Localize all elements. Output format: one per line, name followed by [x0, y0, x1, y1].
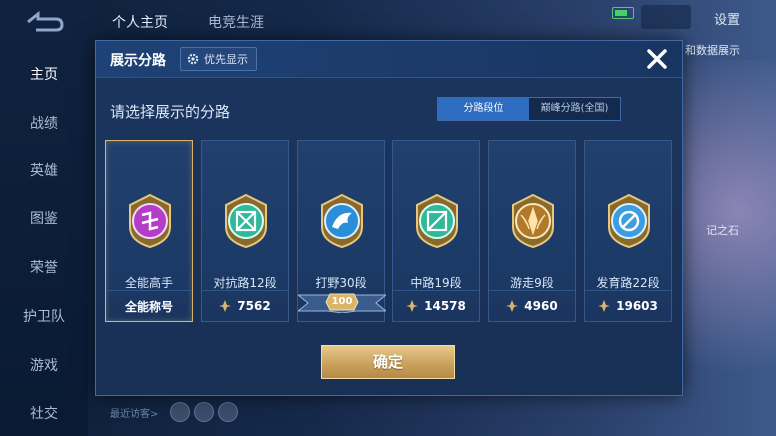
lane-mode-toggle: 分路段位 巅峰分路(全国)	[437, 97, 621, 121]
points-icon	[406, 300, 419, 312]
lane-card-farm[interactable]: 发育路22段 19603	[584, 140, 672, 322]
allround-icon	[129, 193, 171, 249]
bg-stone-text: 记之石	[706, 224, 739, 237]
farm-lane-icon	[608, 193, 650, 249]
gear-icon	[187, 53, 199, 65]
card-points: 19603	[616, 299, 658, 313]
card-footer: 全能称号	[106, 290, 192, 321]
recent-visitors-link[interactable]: 最近访客>	[110, 405, 158, 420]
confirm-button[interactable]: 确定	[321, 345, 455, 379]
card-points: 4960	[524, 299, 558, 313]
bg-data-display-text: 和数据展示	[685, 44, 740, 57]
tab-esports-career[interactable]: 电竞生涯	[208, 12, 264, 32]
lane-display-dialog: 展示分路 优先显示 请选择展示的分路 分路段位 巅峰分路(全国) 全能高手 全能…	[95, 40, 683, 396]
toggle-peak-lane[interactable]: 巅峰分路(全国)	[529, 98, 620, 120]
card-lane-name: 对抗路12段	[213, 276, 277, 290]
avatar[interactable]	[194, 402, 214, 422]
points-icon	[598, 300, 611, 312]
jungle-icon	[321, 193, 363, 249]
dialog-title: 展示分路	[110, 53, 166, 69]
battery-icon	[612, 7, 634, 19]
avatar[interactable]	[218, 402, 238, 422]
card-footer: 19603	[585, 290, 671, 321]
card-lane-name: 中路19段	[410, 276, 462, 290]
points-icon	[219, 300, 232, 312]
priority-display-label: 优先显示	[204, 53, 248, 66]
card-footer-text: 全能称号	[124, 299, 173, 314]
sidebar: 主页 战绩 英雄 图鉴 荣誉 护卫队 游戏 社交	[0, 0, 88, 436]
card-lane-name: 全能高手	[124, 276, 173, 290]
sidebar-item-record[interactable]: 战绩	[0, 113, 88, 133]
card-lane-name: 打野30段	[315, 276, 367, 290]
clash-lane-icon	[225, 193, 267, 249]
toggle-lane-rank[interactable]: 分路段位	[438, 98, 529, 120]
mid-lane-icon	[416, 193, 458, 249]
card-footer: 7562	[202, 290, 288, 321]
card-lane-name: 发育路22段	[596, 276, 660, 290]
avatar[interactable]	[170, 402, 190, 422]
card-footer: 4960	[489, 290, 575, 321]
card-lane-name: 游走9段	[510, 276, 554, 290]
card-points: 14578	[424, 299, 466, 313]
settings-button[interactable]: 设置	[714, 9, 740, 28]
points-icon	[506, 300, 519, 312]
card-footer: 14578	[393, 290, 479, 321]
rank-ribbon-value: 100	[331, 296, 353, 307]
status-box	[641, 5, 691, 29]
back-arrow-icon[interactable]	[22, 8, 66, 36]
sidebar-item-hero[interactable]: 英雄	[0, 160, 88, 180]
dialog-header: 展示分路 优先显示	[96, 41, 682, 78]
lane-card-clash[interactable]: 对抗路12段 7562	[201, 140, 289, 322]
lane-card-jungle[interactable]: 打野30段 100	[297, 140, 386, 322]
priority-display-button[interactable]: 优先显示	[180, 47, 257, 71]
close-icon[interactable]	[644, 46, 670, 72]
card-points: 7562	[237, 299, 271, 313]
tab-personal-home[interactable]: 个人主页	[112, 12, 168, 32]
dialog-subtitle: 请选择展示的分路	[110, 103, 231, 121]
sidebar-item-codex[interactable]: 图鉴	[0, 208, 88, 228]
lane-card-allround[interactable]: 全能高手 全能称号	[105, 140, 193, 322]
roam-icon	[512, 193, 554, 249]
lane-card-mid[interactable]: 中路19段 14578	[392, 140, 480, 322]
sidebar-item-game[interactable]: 游戏	[0, 355, 88, 375]
sidebar-item-home[interactable]: 主页	[0, 64, 88, 84]
lane-card-roam[interactable]: 游走9段 4960	[488, 140, 576, 322]
hero-portrait-decor	[680, 60, 776, 436]
sidebar-item-guard[interactable]: 护卫队	[0, 306, 88, 326]
sidebar-item-social[interactable]: 社交	[0, 403, 88, 423]
sidebar-item-honor[interactable]: 荣誉	[0, 257, 88, 277]
